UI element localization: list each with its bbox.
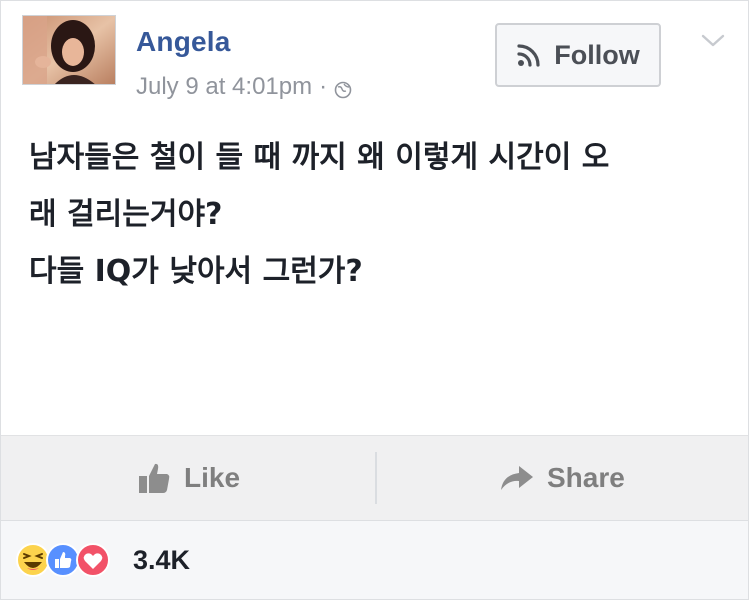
action-bar: Like Share <box>1 435 748 521</box>
like-button[interactable]: Like <box>136 436 240 520</box>
post-text: 남자들은 철이 들 때 까지 왜 이렇게 시간이 오 래 걸리는거야? 다들 I… <box>29 129 709 300</box>
reaction-icons <box>15 540 125 580</box>
share-arrow-icon <box>501 466 533 490</box>
action-divider <box>375 452 377 504</box>
profile-avatar[interactable] <box>22 15 116 85</box>
author-name[interactable]: Angela <box>136 26 231 58</box>
chevron-down-icon[interactable] <box>699 31 727 51</box>
post-card: Angela July 9 at 4:01pm · Follow 남자들은 철이… <box>0 0 749 600</box>
post-timestamp[interactable]: July 9 at 4:01pm <box>136 73 312 101</box>
post-text-line: 래 걸리는거야? <box>29 197 223 232</box>
follow-label: Follow <box>554 39 640 70</box>
reactions-bar[interactable]: 3.4K <box>1 521 748 599</box>
share-label: Share <box>547 462 625 493</box>
thumbs-up-icon <box>139 463 170 493</box>
post-header: Angela July 9 at 4:01pm · Follow <box>1 1 749 121</box>
rss-feed-icon <box>516 42 542 68</box>
follow-button[interactable]: Follow <box>495 23 661 87</box>
like-label: Like <box>184 462 241 493</box>
reaction-count[interactable]: 3.4K <box>133 545 190 576</box>
globe-icon[interactable] <box>334 78 352 99</box>
meta-separator: · <box>319 73 328 100</box>
avatar-photo <box>23 16 115 84</box>
love-reaction-icon <box>76 543 110 577</box>
share-button[interactable]: Share <box>499 436 625 520</box>
post-text-line: 다들 IQ가 낮아서 그런가? <box>29 254 363 289</box>
post-text-line: 남자들은 철이 들 때 까지 왜 이렇게 시간이 오 <box>29 140 610 175</box>
post-meta: July 9 at 4:01pm · <box>136 73 352 101</box>
